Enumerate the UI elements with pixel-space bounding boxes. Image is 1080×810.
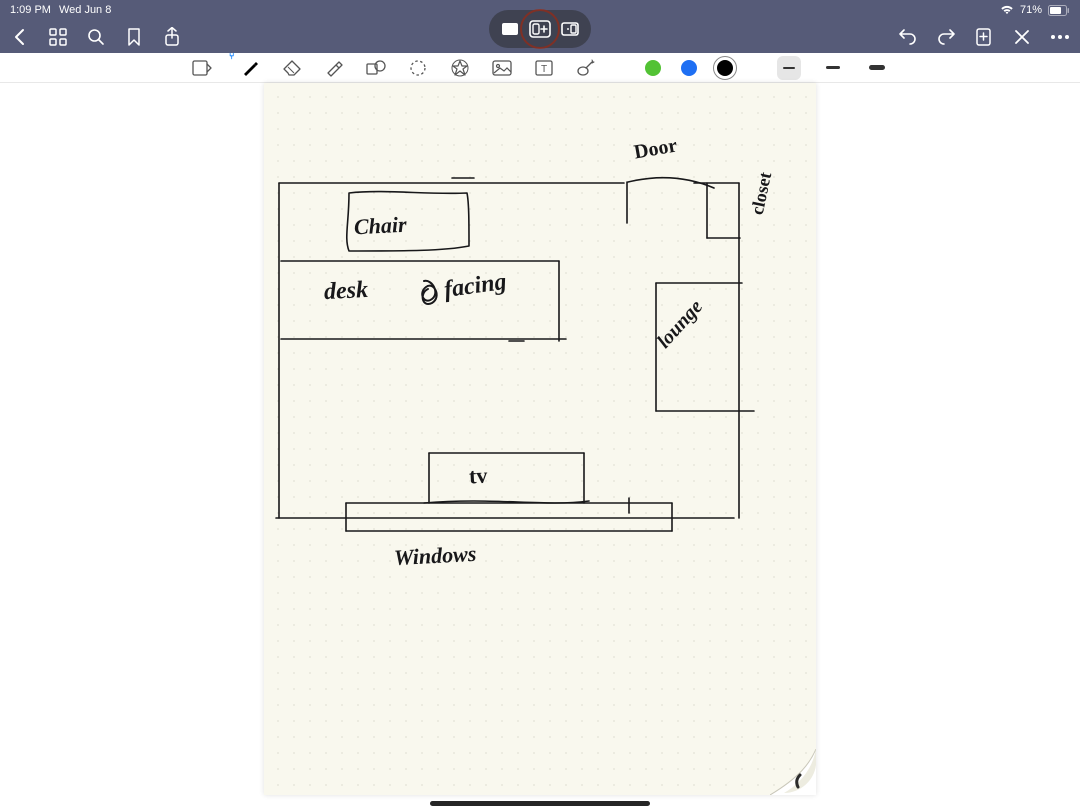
floorplan-drawing: [264, 83, 816, 795]
stroke-medium[interactable]: [821, 56, 845, 80]
redo-icon[interactable]: [936, 27, 956, 47]
text-tool-icon[interactable]: T: [533, 57, 555, 79]
canvas-area[interactable]: Chair desk facing tv Windows Door closet…: [0, 83, 1080, 810]
multitask-control: [489, 10, 591, 48]
split-view-add-icon[interactable]: [525, 14, 555, 44]
fullscreen-icon[interactable]: [495, 14, 525, 44]
lasso-tool-icon[interactable]: [407, 57, 429, 79]
svg-text:T: T: [541, 64, 547, 75]
page-curl-icon: [770, 749, 816, 795]
more-icon[interactable]: [1050, 27, 1070, 47]
slide-over-icon[interactable]: [555, 14, 585, 44]
bookmark-icon[interactable]: [124, 27, 144, 47]
add-page-icon[interactable]: [974, 27, 994, 47]
close-icon[interactable]: [1012, 27, 1032, 47]
eraser-tool-icon[interactable]: [281, 57, 303, 79]
home-indicator[interactable]: [430, 801, 650, 806]
battery-icon: [1048, 5, 1070, 16]
wifi-icon: [1000, 5, 1014, 15]
wand-tool-icon[interactable]: [575, 57, 597, 79]
status-date: Wed Jun 8: [59, 4, 111, 16]
pen-tool-icon[interactable]: ⑂: [239, 57, 261, 79]
tool-bar: ⑂ T: [0, 53, 1080, 83]
color-green[interactable]: [645, 60, 661, 76]
back-button[interactable]: [10, 27, 30, 47]
status-time: 1:09 PM: [10, 4, 51, 16]
image-tool-icon[interactable]: [491, 57, 513, 79]
note-page[interactable]: Chair desk facing tv Windows Door closet…: [264, 83, 816, 795]
shapes-tool-icon[interactable]: [365, 57, 387, 79]
read-mode-icon[interactable]: [191, 57, 213, 79]
bluetooth-badge-icon: ⑂: [229, 51, 234, 61]
thumbnails-icon[interactable]: [48, 27, 68, 47]
favorites-tool-icon[interactable]: [449, 57, 471, 79]
color-black-selected[interactable]: [717, 60, 733, 76]
battery-percent: 71%: [1020, 4, 1042, 16]
color-blue[interactable]: [681, 60, 697, 76]
undo-icon[interactable]: [898, 27, 918, 47]
search-icon[interactable]: [86, 27, 106, 47]
share-icon[interactable]: [162, 27, 182, 47]
highlighter-tool-icon[interactable]: [323, 57, 345, 79]
stroke-thin-selected[interactable]: [777, 56, 801, 80]
stroke-thick[interactable]: [865, 56, 889, 80]
